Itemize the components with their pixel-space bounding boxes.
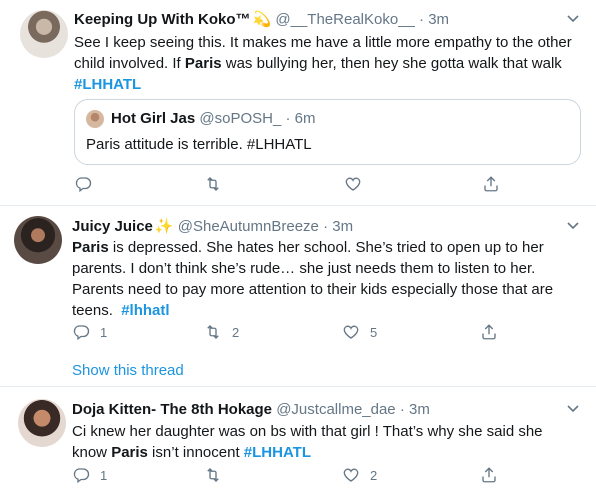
action-bar: 1 2: [72, 466, 572, 486]
share-button[interactable]: [482, 175, 500, 193]
hashtag-link[interactable]: #LHHATL: [244, 444, 311, 461]
hashtag-link[interactable]: #LHHATL: [74, 76, 141, 93]
show-thread-link[interactable]: Show this thread: [72, 362, 184, 379]
share-button[interactable]: [480, 466, 498, 484]
user-handle: @soPOSH_: [199, 110, 282, 127]
user-handle[interactable]: @SheAutumnBreeze: [178, 218, 319, 235]
tweet-doja-kitten[interactable]: Doja Kitten- The 8th Hokage @Justcallme_…: [0, 387, 596, 489]
share-icon: [482, 467, 496, 483]
reply-count: 1: [100, 467, 108, 483]
retweet-icon: [207, 325, 219, 339]
display-name: Hot Girl Jas: [111, 110, 196, 127]
tweet-text: Paris is depressed. She hates her school…: [72, 239, 554, 319]
action-bar: 1 2 5: [72, 323, 572, 343]
avatar: [86, 110, 104, 128]
share-button[interactable]: [480, 323, 498, 341]
display-name[interactable]: Keeping Up With Koko™: [74, 11, 251, 28]
tweet-header: Doja Kitten- The 8th Hokage @Justcallme_…: [72, 400, 430, 420]
chevron-down-icon[interactable]: [566, 219, 580, 234]
retweet-icon: [207, 468, 219, 482]
tweet-text: Ci knew her daughter was on bs with that…: [72, 423, 543, 461]
like-button[interactable]: 5: [342, 323, 377, 341]
timestamp: · 6m: [285, 110, 316, 127]
display-name[interactable]: Doja Kitten- The 8th Hokage: [72, 401, 272, 418]
avatar[interactable]: [20, 10, 68, 58]
heart-icon: [345, 177, 361, 191]
retweet-button[interactable]: [204, 175, 232, 193]
chevron-down-icon[interactable]: [566, 402, 580, 417]
chevron-down-icon[interactable]: [566, 12, 580, 27]
like-count: 5: [370, 324, 378, 340]
retweet-button[interactable]: [204, 466, 232, 484]
user-handle[interactable]: @__TheRealKoko__: [275, 11, 414, 28]
tweet-koko[interactable]: Keeping Up With Koko™ 💫 @__TheRealKoko__ …: [0, 0, 596, 205]
user-handle[interactable]: @Justcallme_dae: [276, 401, 395, 418]
tweet-header: Keeping Up With Koko™ 💫 @__TheRealKoko__ …: [74, 10, 449, 30]
timestamp[interactable]: · 3m: [400, 401, 430, 418]
action-bar: [74, 175, 574, 195]
quote-header: Hot Girl Jas @soPOSH_ · 6m: [111, 109, 315, 129]
reply-count: 1: [100, 324, 108, 340]
heart-icon: [343, 468, 359, 482]
reply-button[interactable]: [74, 175, 102, 193]
like-button[interactable]: 2: [342, 466, 377, 484]
hashtag-link[interactable]: #lhhatl: [121, 302, 169, 319]
reply-button[interactable]: 1: [72, 323, 107, 341]
retweet-icon: [207, 177, 219, 191]
reply-icon: [73, 325, 90, 341]
timestamp[interactable]: · 3m: [323, 218, 353, 235]
highlight-paris: Paris: [72, 239, 109, 256]
share-icon: [484, 176, 498, 192]
share-icon: [482, 324, 496, 340]
display-name[interactable]: Juicy Juice: [72, 218, 153, 235]
tweet-text: See I keep seeing this. It makes me have…: [74, 34, 572, 93]
heart-icon: [343, 325, 359, 339]
timestamp[interactable]: · 3m: [419, 11, 449, 28]
reply-button[interactable]: 1: [72, 466, 107, 484]
quoted-tweet[interactable]: Hot Girl Jas @soPOSH_ · 6m Paris attitud…: [74, 99, 581, 165]
tweet-juicy-juice[interactable]: Juicy Juice ✨ @SheAutumnBreeze · 3m Paris…: [0, 206, 596, 386]
highlight-paris: Paris: [111, 444, 148, 461]
like-count: 2: [370, 467, 378, 483]
avatar[interactable]: [18, 399, 66, 447]
reply-icon: [75, 177, 92, 193]
quote-text: Paris attitude is terrible. #LHHATL: [86, 136, 312, 153]
retweet-count: 2: [232, 324, 240, 340]
like-button[interactable]: [344, 175, 372, 193]
tweet-header: Juicy Juice ✨ @SheAutumnBreeze · 3m: [72, 217, 353, 237]
retweet-button[interactable]: 2: [204, 323, 239, 341]
highlight-paris: Paris: [184, 55, 222, 72]
avatar[interactable]: [14, 216, 62, 264]
sparkles-emoji-icon: ✨: [154, 218, 174, 235]
reply-icon: [73, 468, 90, 484]
dizzy-emoji-icon: 💫: [252, 11, 272, 28]
